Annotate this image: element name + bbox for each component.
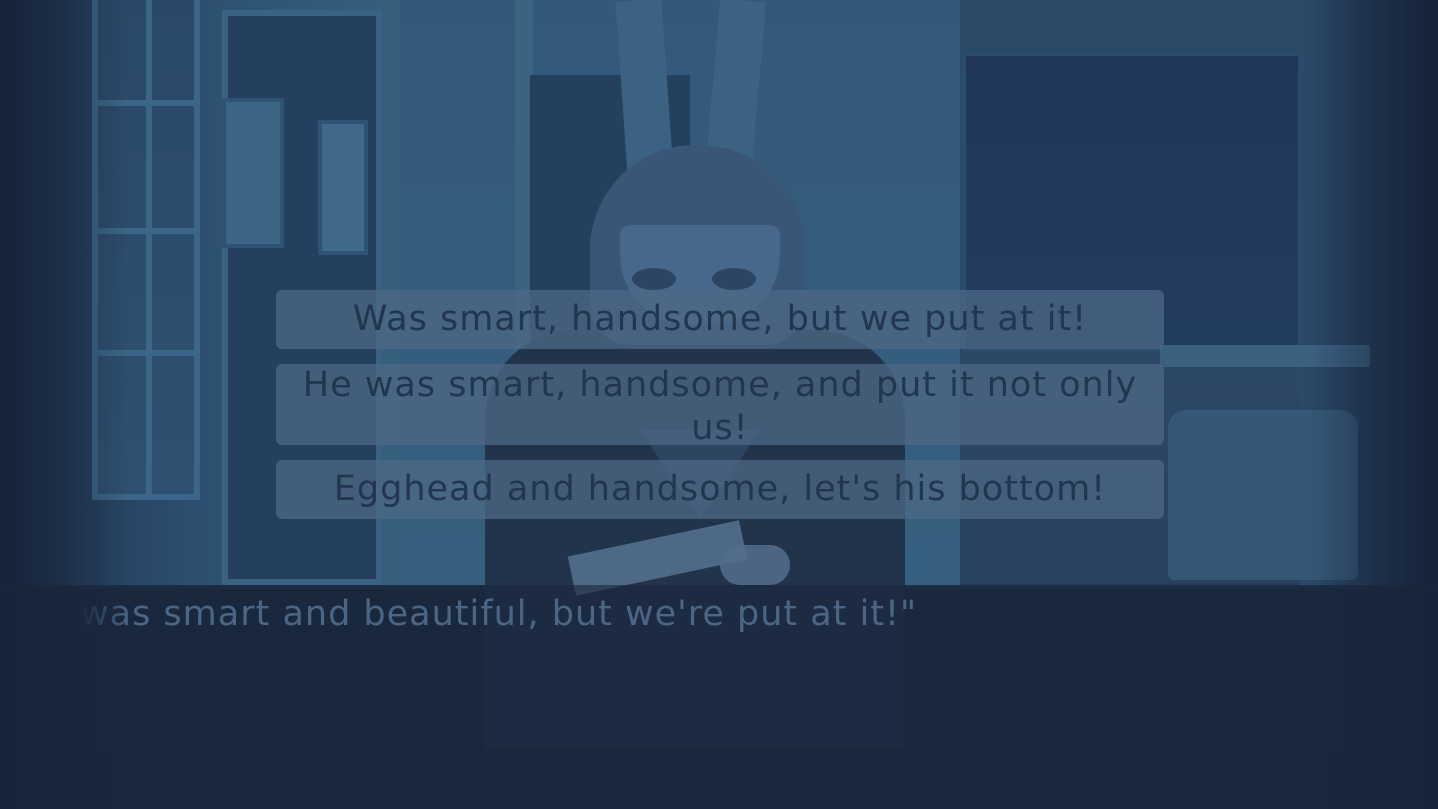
shelf xyxy=(1160,345,1370,367)
game-scene: was smart and beautiful, but we're put a… xyxy=(0,0,1438,809)
door-glass-pane xyxy=(318,120,368,255)
character-hand xyxy=(720,545,790,585)
dialogue-text: was smart and beautiful, but we're put a… xyxy=(80,594,918,634)
choice-button-1[interactable]: Was smart, handsome, but we put at it! xyxy=(276,290,1164,349)
choice-button-2[interactable]: He was smart, handsome, and put it not o… xyxy=(276,364,1164,448)
choice-button-3[interactable]: Egghead and handsome, let's his bottom! xyxy=(276,460,1164,519)
character-eye-left xyxy=(632,268,676,290)
window-frame-mullion xyxy=(146,0,152,500)
door-glass-pane xyxy=(222,98,284,248)
classroom-chair xyxy=(1168,410,1358,580)
character-eye-right xyxy=(712,268,756,290)
